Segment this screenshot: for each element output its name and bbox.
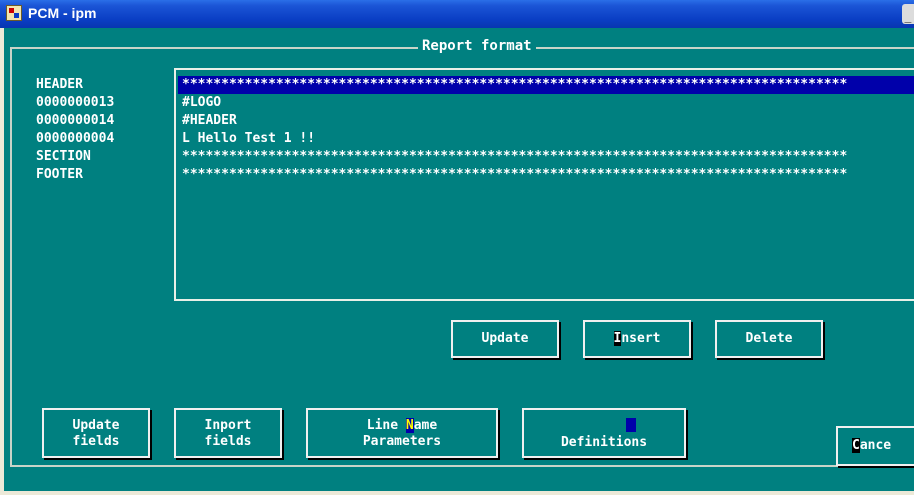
cancel-button-label: Cance (852, 428, 914, 464)
update-fields-button[interactable]: Update fields (42, 408, 150, 458)
update-button[interactable]: Update (451, 320, 559, 358)
list-item-selected[interactable]: ****************************************… (178, 76, 914, 94)
import-fields-label-2: fields (204, 434, 252, 449)
definitions-label: Definitions (560, 435, 648, 450)
application-window: PCM - ipm _ Report format HEADER 0000000… (0, 0, 914, 495)
line-name-label-1a: Line (366, 418, 406, 433)
title-bar[interactable]: PCM - ipm _ (0, 0, 914, 28)
label-line-13: 0000000013 (36, 95, 115, 110)
delete-button-label: Delete (745, 331, 793, 346)
line-name-label-2: Parameters (362, 434, 442, 449)
update-fields-label-1: Update (72, 418, 120, 433)
line-name-label-1: Line Name (308, 418, 496, 434)
insert-button[interactable]: Insert (583, 320, 691, 358)
insert-label-rest: nsert (621, 331, 661, 346)
insert-button-label: Insert (585, 322, 689, 356)
label-line-4: 0000000004 (36, 131, 115, 146)
update-fields-label-2: fields (72, 434, 120, 449)
list-item[interactable]: L Hello Test 1 !! (182, 130, 914, 148)
label-line-14: 0000000014 (36, 113, 115, 128)
label-section: SECTION (36, 149, 91, 164)
line-name-hotkey: N (405, 418, 414, 433)
report-lines-list[interactable]: ****************************************… (174, 68, 914, 301)
update-button-label: Update (481, 331, 529, 346)
list-item[interactable]: ****************************************… (182, 148, 914, 166)
minimize-button[interactable]: _ (902, 4, 914, 24)
window-title: PCM - ipm (28, 5, 97, 21)
label-header: HEADER (36, 77, 83, 92)
cancel-label-rest: ance (859, 438, 892, 453)
label-footer: FOOTER (36, 167, 83, 182)
import-fields-label-1: Inport (204, 418, 252, 433)
list-item[interactable]: #LOGO (182, 94, 914, 112)
list-item[interactable]: ****************************************… (182, 166, 914, 184)
definitions-button[interactable]: Definitions (522, 408, 686, 458)
line-name-label-1b: ame (413, 418, 438, 433)
frame-title: Report format (418, 38, 536, 54)
import-fields-button[interactable]: Inport fields (174, 408, 282, 458)
definitions-hotkey-marker (626, 418, 636, 432)
app-icon[interactable] (6, 5, 22, 21)
list-item[interactable]: #HEADER (182, 112, 914, 130)
window-border-bottom (0, 491, 914, 495)
client-area: Report format HEADER 0000000013 00000000… (4, 28, 914, 491)
cancel-hotkey: C (852, 438, 860, 453)
line-name-parameters-button[interactable]: Line Name Parameters (306, 408, 498, 458)
delete-button[interactable]: Delete (715, 320, 823, 358)
cancel-button[interactable]: Cance (836, 426, 914, 466)
